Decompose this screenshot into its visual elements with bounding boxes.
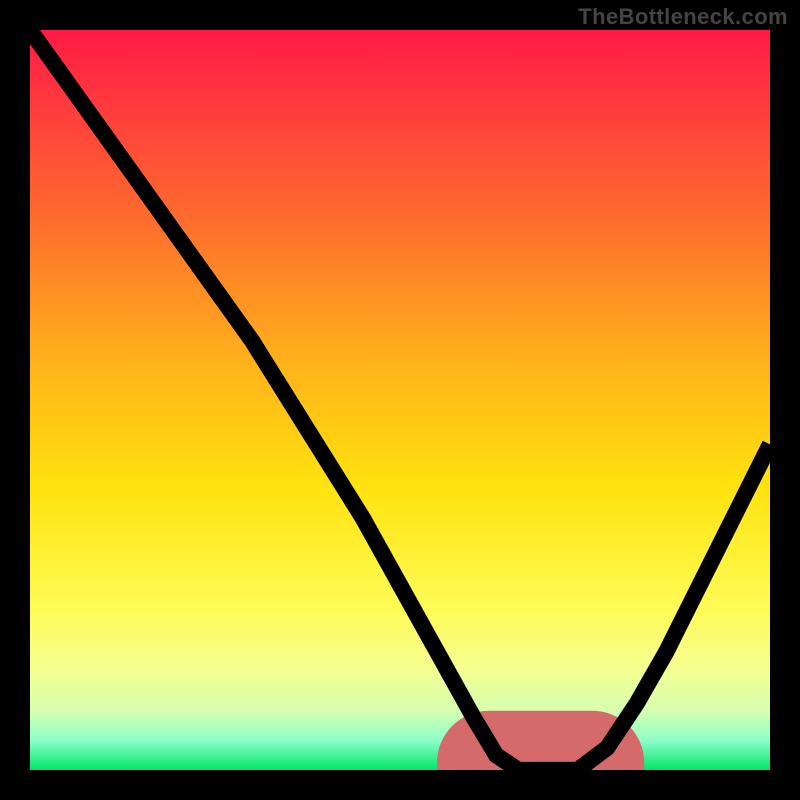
- curve-svg: [30, 30, 770, 770]
- chart-frame: TheBottleneck.com: [0, 0, 800, 800]
- bottleneck-curve: [30, 30, 770, 770]
- plot-area: [30, 30, 770, 770]
- watermark-text: TheBottleneck.com: [578, 4, 788, 30]
